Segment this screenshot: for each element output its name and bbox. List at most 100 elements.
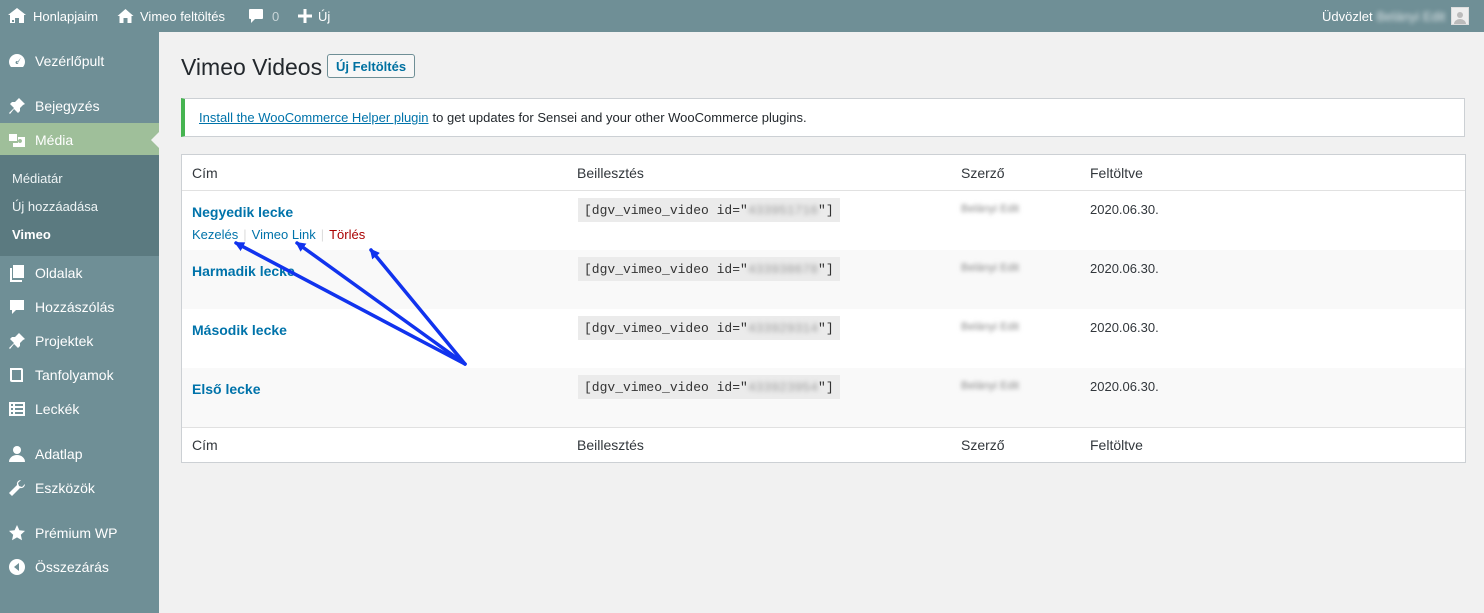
action-separator: | xyxy=(243,227,247,242)
table-row: Harmadik lecke [dgv_vimeo_video id=" 4339… xyxy=(182,250,1465,309)
submenu-item-vimeo[interactable]: Vimeo xyxy=(12,227,51,242)
column-header-author[interactable]: Szerző xyxy=(961,165,1005,181)
menu-item-comments[interactable]: Hozzászólás xyxy=(0,290,159,324)
avatar xyxy=(1451,7,1470,25)
author-name: Belányi Edit xyxy=(961,380,1020,392)
woocommerce-helper-link[interactable]: Install the WooCommerce Helper plugin xyxy=(199,110,429,125)
shortcode-prefix: [dgv_vimeo_video id=" xyxy=(584,379,748,395)
menu-item-courses[interactable]: Tanfolyamok xyxy=(0,358,159,392)
menu-label: Leckék xyxy=(35,401,80,417)
notice-text: to get updates for Sensei and your other… xyxy=(432,110,807,125)
menu-label: Adatlap xyxy=(35,446,83,462)
submenu-item-add-new[interactable]: Új hozzáadása xyxy=(12,199,98,214)
user-name: Belányi Edit xyxy=(1376,8,1446,24)
embed-shortcode[interactable]: [dgv_vimeo_video id=" 433938678 "] xyxy=(578,257,840,281)
embed-shortcode[interactable]: [dgv_vimeo_video id=" 433929314 "] xyxy=(578,316,840,340)
admin-sidebar: Vezérlőpult Bejegyzés Média Oldalak Hozz… xyxy=(0,32,159,613)
site-name-menu[interactable]: Vimeo feltöltés xyxy=(117,0,225,32)
manage-link[interactable]: Kezelés xyxy=(192,227,238,242)
videos-table: Cím Beillesztés Szerző Feltöltve Negyedi… xyxy=(181,154,1466,463)
page-title: Vimeo Videos xyxy=(181,54,323,80)
menu-item-profile[interactable]: Adatlap xyxy=(0,437,159,471)
menu-item-dashboard[interactable]: Vezérlőpult xyxy=(0,44,159,78)
vimeo-link[interactable]: Vimeo Link xyxy=(252,227,316,242)
video-title-link[interactable]: Második lecke xyxy=(192,322,287,338)
upload-date: 2020.06.30. xyxy=(1090,379,1159,394)
menu-label: Média xyxy=(35,132,74,148)
pin-icon xyxy=(8,97,26,115)
collapse-icon xyxy=(8,558,26,576)
menu-item-posts[interactable]: Bejegyzés xyxy=(0,89,159,123)
shortcode-prefix: [dgv_vimeo_video id=" xyxy=(584,320,748,336)
account-menu[interactable]: Üdvözlet Belányi Edit xyxy=(1322,0,1470,32)
menu-item-tools[interactable]: Eszközök xyxy=(0,471,159,505)
menu-item-collapse[interactable]: Összezárás xyxy=(0,550,159,584)
avatar-silhouette-icon xyxy=(1454,12,1467,24)
comments-menu[interactable]: 0 xyxy=(248,0,279,32)
upload-date: 2020.06.30. xyxy=(1090,320,1159,335)
user-icon xyxy=(8,445,26,463)
column-footer-uploaded[interactable]: Feltöltve xyxy=(1090,437,1143,453)
shortcode-suffix: "] xyxy=(818,320,834,336)
comments-count: 0 xyxy=(272,8,280,24)
table-row: Negyedik lecke Kezelés | Vimeo Link | Tö… xyxy=(182,191,1465,250)
menu-label: Projektek xyxy=(35,333,94,349)
shortcode-suffix: "] xyxy=(818,202,834,218)
menu-item-projects[interactable]: Projektek xyxy=(0,324,159,358)
site-name-label: Vimeo feltöltés xyxy=(140,8,226,24)
admin-bar: Honlapjaim Vimeo feltöltés 0 Új Üdvözlet… xyxy=(0,0,1484,32)
upload-date: 2020.06.30. xyxy=(1090,261,1159,276)
menu-label: Tanfolyamok xyxy=(35,367,114,383)
action-separator: | xyxy=(320,227,325,242)
menu-item-pages[interactable]: Oldalak xyxy=(0,256,159,290)
table-row: Második lecke [dgv_vimeo_video id=" 43392… xyxy=(182,309,1465,368)
video-title-link[interactable]: Harmadik lecke xyxy=(192,263,295,279)
embed-shortcode[interactable]: [dgv_vimeo_video id=" 433951716 "] xyxy=(578,198,840,222)
shortcode-prefix: [dgv_vimeo_video id=" xyxy=(584,202,748,218)
my-sites-label: Honlapjaim xyxy=(33,8,99,24)
submenu-item-media-library[interactable]: Médiatár xyxy=(12,171,63,186)
shortcode-id: 433929314 xyxy=(747,320,819,336)
footer-divider xyxy=(182,427,1465,428)
menu-label: Hozzászólás xyxy=(35,299,115,315)
shortcode-suffix: "] xyxy=(818,379,834,395)
star-icon xyxy=(8,524,26,542)
column-footer-title[interactable]: Cím xyxy=(192,437,218,453)
new-upload-button[interactable]: Új Feltöltés xyxy=(327,54,416,78)
home-icon xyxy=(117,9,134,23)
my-sites-menu[interactable]: Honlapjaim xyxy=(7,0,98,32)
upload-date: 2020.06.30. xyxy=(1090,202,1159,217)
table-row: Első lecke [dgv_vimeo_video id=" 43392395… xyxy=(182,368,1465,427)
video-title-link[interactable]: Első lecke xyxy=(192,381,261,397)
my-sites-icon xyxy=(8,8,26,23)
column-header-title[interactable]: Cím xyxy=(192,165,218,181)
new-content-label: Új xyxy=(318,8,331,24)
menu-label: Oldalak xyxy=(35,265,83,281)
menu-label: Prémium WP xyxy=(35,525,118,541)
column-footer-author[interactable]: Szerző xyxy=(961,437,1005,453)
menu-item-lessons[interactable]: Leckék xyxy=(0,392,159,426)
new-content-menu[interactable]: Új xyxy=(298,0,330,32)
woocommerce-notice: Install the WooCommerce Helper plugin to… xyxy=(181,98,1465,137)
row-actions: Kezelés | Vimeo Link | Törlés xyxy=(192,227,365,242)
comment-icon xyxy=(8,298,26,316)
shortcode-prefix: [dgv_vimeo_video id=" xyxy=(584,261,748,277)
column-header-embed[interactable]: Beillesztés xyxy=(577,165,644,181)
column-footer-embed[interactable]: Beillesztés xyxy=(577,437,644,453)
greeting: Üdvözlet xyxy=(1322,8,1373,24)
author-name: Belányi Edit xyxy=(961,321,1020,333)
list-icon xyxy=(8,400,26,418)
shortcode-id: 433923954 xyxy=(747,379,819,395)
wrench-icon xyxy=(8,479,26,497)
delete-link[interactable]: Törlés xyxy=(329,227,365,242)
book-icon xyxy=(8,366,26,384)
menu-item-premium-wp[interactable]: Prémium WP xyxy=(0,516,159,550)
embed-shortcode[interactable]: [dgv_vimeo_video id=" 433923954 "] xyxy=(578,375,840,399)
shortcode-id: 433938678 xyxy=(747,261,819,277)
comment-bubble-icon xyxy=(249,9,263,23)
column-header-uploaded[interactable]: Feltöltve xyxy=(1090,165,1143,181)
media-icon xyxy=(8,131,26,149)
menu-item-media[interactable]: Média xyxy=(0,123,159,157)
menu-label: Bejegyzés xyxy=(35,98,100,114)
video-title-link[interactable]: Negyedik lecke xyxy=(192,204,293,220)
